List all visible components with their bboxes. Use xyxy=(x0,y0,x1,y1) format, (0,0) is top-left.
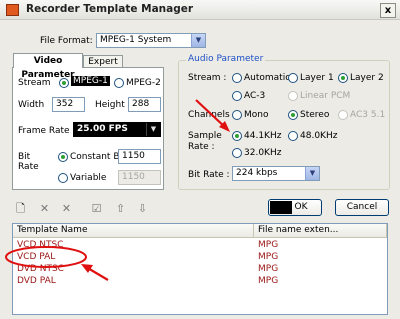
tab-video-parameter[interactable]: Video Parameter xyxy=(13,53,83,80)
annotation-arrow-sample-rate xyxy=(195,99,230,132)
annotation-overlay xyxy=(5,99,230,281)
annotation-arrow-vcd-pal xyxy=(81,264,109,281)
annotation-circle-vcd-pal xyxy=(5,246,87,268)
